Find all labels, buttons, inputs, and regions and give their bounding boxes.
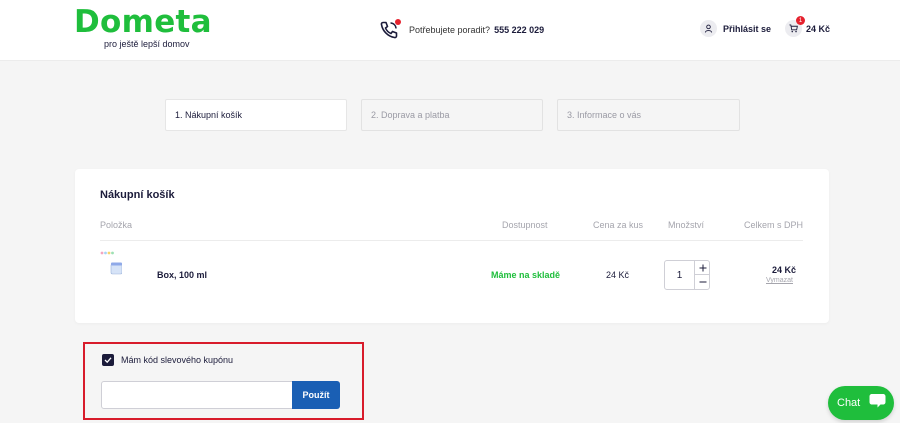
chat-bubble-icon <box>869 393 886 413</box>
step-cart[interactable]: 1. Nákupní košík <box>165 99 347 131</box>
chat-button[interactable]: Chat <box>828 386 894 420</box>
remove-item-link[interactable]: Vymazat <box>766 277 793 284</box>
cart-button[interactable]: 1 24 Kč <box>785 16 831 37</box>
check-icon <box>104 357 112 364</box>
availability-status: Máme na skladě <box>491 270 561 280</box>
coupon-checkbox[interactable] <box>102 354 114 366</box>
cart-icon: 1 <box>785 16 805 37</box>
user-icon <box>700 20 717 37</box>
logo[interactable]: Dometa pro ještě lepší domov <box>74 4 212 50</box>
logo-tagline: pro ještě lepší domov <box>104 39 190 49</box>
phone-contact[interactable]: Potřebujete poradit? 555 222 029 <box>379 19 544 40</box>
column-availability: Dostupnost <box>502 220 548 230</box>
quantity-increase-button[interactable] <box>694 261 710 275</box>
header-divider <box>100 240 803 241</box>
cart-total: 24 Kč <box>806 23 831 34</box>
column-total: Celkem s DPH <box>744 220 804 230</box>
quantity-value[interactable]: 1 <box>665 261 694 289</box>
phone-icon <box>379 19 401 40</box>
chat-label: Chat <box>837 397 861 409</box>
coupon-code-input[interactable] <box>101 381 293 409</box>
column-quantity: Množství <box>668 220 705 230</box>
minus-icon <box>699 281 706 283</box>
line-total: 24 Kč <box>772 265 797 275</box>
cart-count-badge: 1 <box>796 16 805 25</box>
login-label: Přihlásit se <box>723 23 772 34</box>
product-name[interactable]: Box, 100 ml <box>157 270 207 280</box>
apply-coupon-button[interactable]: Použít <box>292 381 340 409</box>
plus-icon <box>699 264 706 271</box>
unit-price: 24 Kč <box>606 270 630 280</box>
coupon-label[interactable]: Mám kód slevového kupónu <box>121 355 233 365</box>
quantity-decrease-button[interactable] <box>694 275 710 289</box>
coupon-section: Mám kód slevového kupónu Použít <box>83 342 364 420</box>
logo-text: Dometa <box>74 4 212 40</box>
cart-card: Nákupní košík Položka Dostupnost Cena za… <box>75 169 829 323</box>
notification-dot <box>395 19 401 25</box>
login-link[interactable]: Přihlásit se <box>700 20 771 37</box>
quantity-stepper: 1 <box>664 260 710 290</box>
column-item: Položka <box>100 220 133 230</box>
phone-number[interactable]: 555 222 029 <box>494 25 544 35</box>
column-unit-price: Cena za kus <box>593 220 644 230</box>
step-customer-info[interactable]: 3. Informace o vás <box>557 99 740 131</box>
cart-title: Nákupní košík <box>100 189 175 201</box>
step-shipping-payment[interactable]: 2. Doprava a platba <box>361 99 543 131</box>
site-header: Dometa pro ještě lepší domov Potřebujete… <box>0 0 900 61</box>
checkout-steps: 1. Nákupní košík 2. Doprava a platba 3. … <box>165 99 740 131</box>
product-image[interactable] <box>100 251 123 281</box>
phone-label: Potřebujete poradit? <box>409 25 491 35</box>
